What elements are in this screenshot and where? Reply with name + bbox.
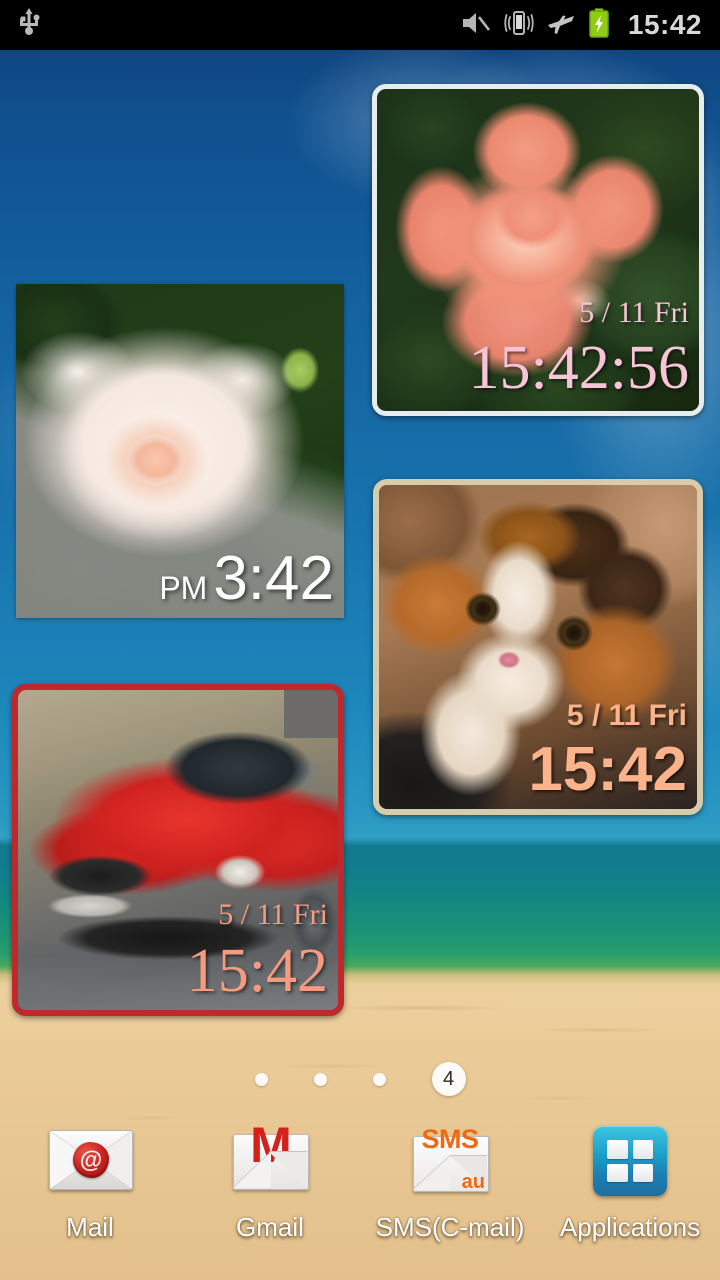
widget-time-white-rose: 3:42	[213, 544, 334, 613]
dock-item-applications[interactable]: Applications	[540, 1116, 720, 1243]
status-bar-right-icons: 15:42	[460, 8, 720, 43]
photo-clock-widget-white-rose[interactable]: PM3:42	[16, 284, 344, 618]
photo-clock-widget-pink-rose[interactable]: 5 / 11 Fri 15:42:56	[372, 84, 704, 416]
status-bar[interactable]: 15:42	[0, 0, 720, 50]
home-screen: 15:42 5 / 11 Fri 15:42:56 PM3:42 5 / 11 …	[0, 0, 720, 1280]
dock: Mail M Gmail SMS au	[0, 1116, 720, 1243]
mail-envelope-seal-icon[interactable]	[43, 1116, 137, 1202]
dock-item-sms[interactable]: SMS au SMS(C-mail)	[360, 1116, 540, 1243]
dock-label-mail: Mail	[66, 1212, 114, 1242]
page-dot-1[interactable]	[254, 1072, 268, 1086]
wax-seal-at-icon	[73, 1142, 109, 1178]
page-dot-current[interactable]: 4	[431, 1062, 466, 1096]
widget-ampm-white-rose: PM	[159, 570, 208, 606]
widget-date-pink-rose: 5 / 11 Fri	[579, 296, 689, 329]
airplane-mode-icon	[546, 9, 576, 42]
photo-clock-widget-kitten[interactable]: 5 / 11 Fri 15:42	[373, 479, 703, 815]
car-photo-corner-block	[284, 690, 338, 738]
vibrate-icon	[504, 9, 534, 42]
status-bar-clock: 15:42	[627, 9, 702, 40]
photo-clock-widget-car[interactable]: 5 / 11 Fri 15:42	[12, 684, 344, 1016]
usb-icon	[16, 7, 42, 43]
sms-cmail-envelope-icon[interactable]: SMS au	[403, 1116, 497, 1202]
widget-date-kitten: 5 / 11 Fri	[566, 699, 687, 732]
status-bar-left-icons	[0, 7, 42, 43]
widget-time-pink-rose: 15:42:56	[468, 334, 689, 402]
page-dot-2[interactable]	[313, 1072, 327, 1086]
applications-grid-icon[interactable]	[583, 1116, 677, 1202]
dock-label-gmail: Gmail	[236, 1212, 304, 1242]
dock-label-sms: SMS(C-mail)	[375, 1212, 525, 1242]
dock-item-gmail[interactable]: M Gmail	[180, 1116, 360, 1243]
page-dot-3[interactable]	[372, 1072, 386, 1086]
widget-time-kitten: 15:42	[528, 735, 687, 804]
page-indicator[interactable]: 4	[0, 1062, 720, 1096]
widget-date-car: 5 / 11 Fri	[218, 898, 328, 931]
battery-charging-icon	[588, 8, 610, 43]
widget-time-car: 15:42	[186, 937, 328, 1005]
widget-clock-white-rose: PM3:42	[159, 548, 334, 610]
sound-muted-icon	[460, 9, 492, 42]
dock-label-applications: Applications	[559, 1212, 701, 1242]
gmail-envelope-icon[interactable]: M	[223, 1116, 317, 1202]
dock-item-mail[interactable]: Mail	[0, 1116, 180, 1243]
